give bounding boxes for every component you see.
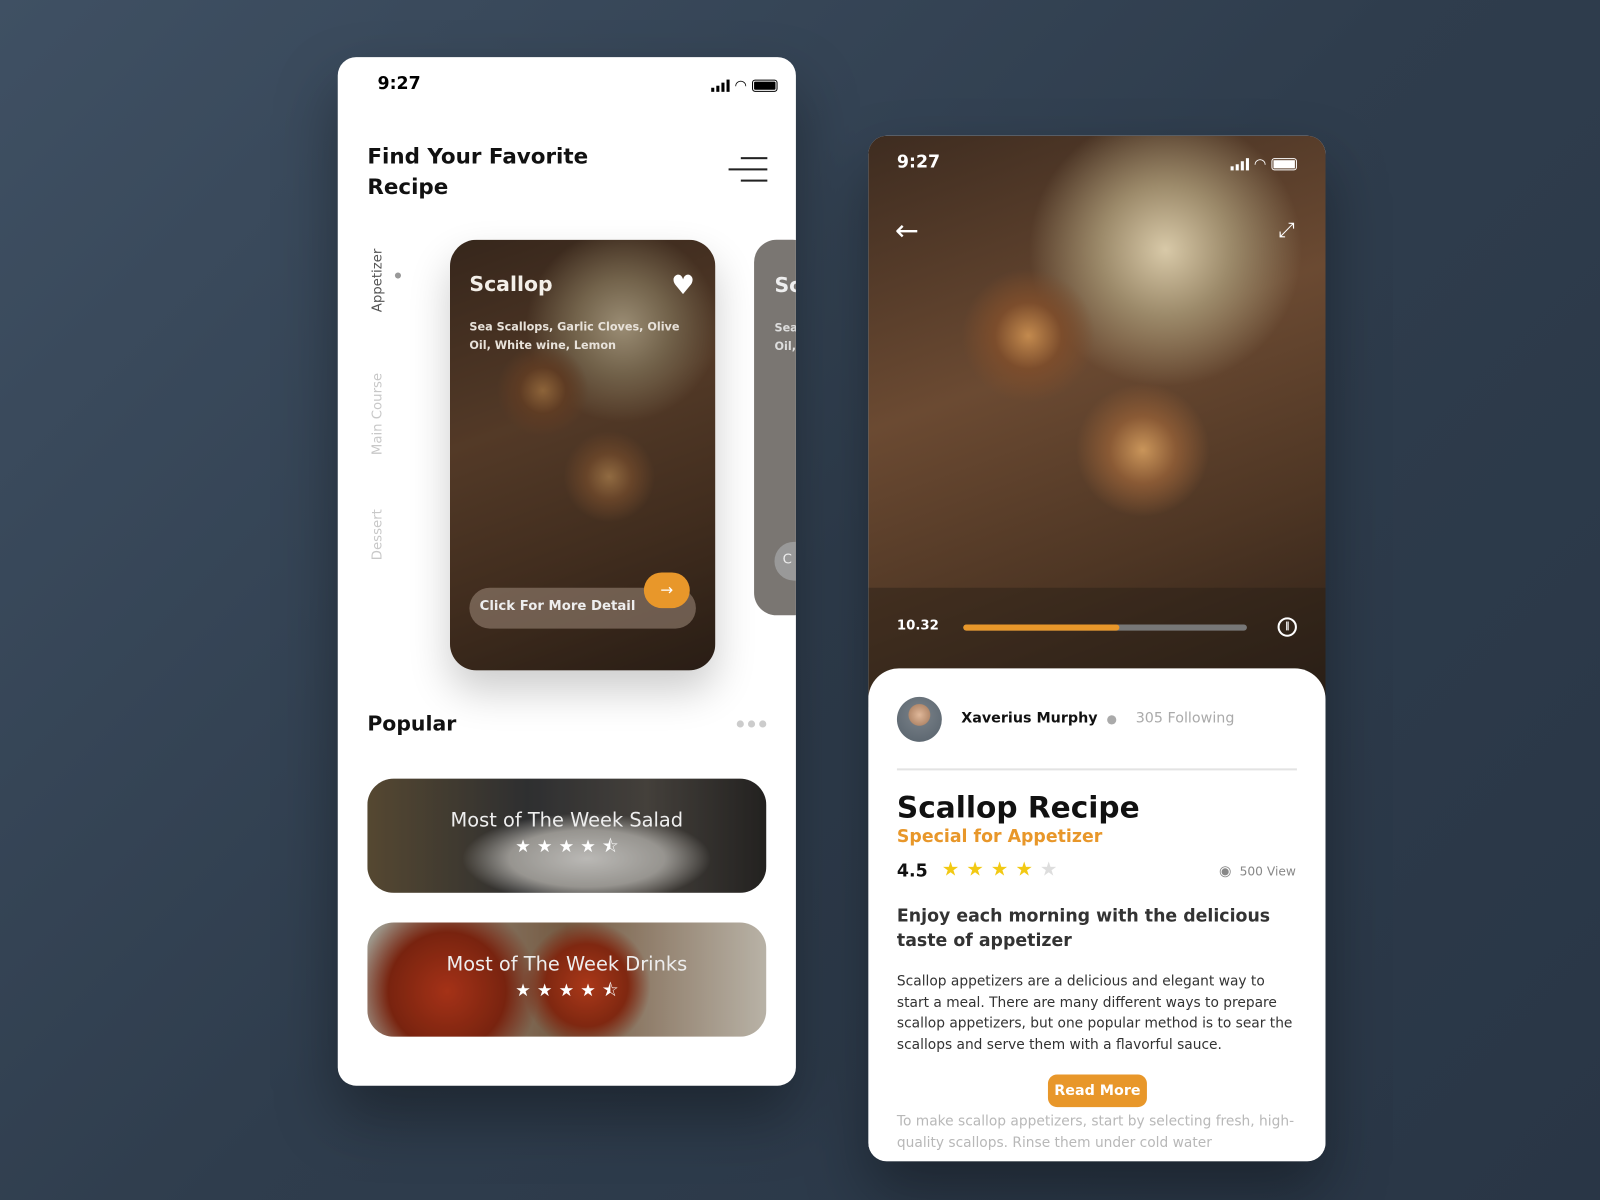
star-icon: ★ — [558, 836, 575, 858]
rating-value: 4.5 — [896, 861, 928, 882]
star-icon: ★ — [536, 980, 553, 1002]
next-card-ingredients: Sea Oil, — [774, 319, 795, 356]
video-time: 10.32 — [896, 618, 939, 634]
back-arrow-icon[interactable]: ← — [895, 213, 919, 247]
star-icon: ★ — [1039, 858, 1065, 881]
popular-item-salad[interactable]: Most of The Week Salad ★ ★ ★ ★ ⯪ — [367, 778, 767, 893]
wifi-icon: ◠ — [734, 77, 747, 94]
status-icons: ◠ — [1230, 156, 1297, 172]
view-count: ◉ 500 View — [1219, 863, 1296, 879]
heart-icon[interactable]: ♥ — [671, 270, 695, 301]
separator-dot — [1107, 715, 1117, 725]
star-half-icon: ⯪ — [601, 836, 619, 858]
recipe-card[interactable]: Scallop ♥ Sea Scallops, Garlic Cloves, O… — [449, 239, 716, 671]
read-more-button[interactable]: Read More — [1047, 1074, 1147, 1108]
wifi-icon: ◠ — [1253, 156, 1267, 173]
rating-stars: ★★★★★ — [942, 858, 1065, 880]
battery-icon — [752, 79, 778, 92]
author-name[interactable]: Xaverius Murphy — [961, 710, 1097, 726]
ingredients-line: Sea — [774, 321, 796, 335]
signal-icon — [1230, 158, 1249, 171]
card-title: Scallop — [469, 271, 553, 296]
star-icon: ★ — [580, 836, 596, 858]
arrow-right-icon[interactable]: → — [643, 572, 690, 609]
star-icon: ★ — [941, 858, 967, 881]
status-time: 9:27 — [896, 152, 941, 173]
title-line: Recipe — [367, 174, 449, 199]
next-recipe-card[interactable]: Sc Sea Oil, C — [754, 239, 796, 616]
rating-stars: ★ ★ ★ ★ ⯪ — [367, 978, 766, 1008]
recipe-headline: Enjoy each morning with the delicious ta… — [896, 906, 1271, 952]
popular-item-drinks[interactable]: Most of The Week Drinks ★ ★ ★ ★ ⯪ — [367, 922, 767, 1037]
star-icon: ★ — [580, 980, 596, 1002]
category-tab-main-course[interactable]: Main Course — [370, 373, 385, 455]
star-icon: ★ — [536, 836, 553, 858]
menu-icon[interactable] — [728, 157, 768, 182]
more-detail-label: Click For More Detail — [479, 598, 636, 615]
status-icons: ◠ — [710, 77, 778, 94]
next-card-cta[interactable]: C — [774, 541, 796, 581]
signal-icon — [710, 79, 730, 92]
recipe-detail-screen: 9:27 ◠ ← ⤢ 10.32 ‖ Xaverius Murphy 305 F… — [868, 135, 1326, 1162]
view-count-label: 500 View — [1239, 864, 1296, 879]
video-progress-fill — [963, 624, 1120, 631]
popular-item-title: Most of The Week Drinks — [446, 953, 688, 976]
star-half-icon: ⯪ — [601, 980, 619, 1002]
popular-item-title: Most of The Week Salad — [450, 809, 684, 832]
card-ingredients: Sea Scallops, Garlic Cloves, Olive Oil, … — [469, 320, 680, 353]
star-icon: ★ — [558, 980, 575, 1002]
category-tab-dessert[interactable]: Dessert — [370, 509, 385, 560]
status-time: 9:27 — [377, 73, 421, 94]
fullscreen-icon[interactable]: ⤢ — [1279, 217, 1295, 241]
next-card-title: Sc — [774, 272, 795, 297]
battery-icon — [1271, 158, 1297, 171]
recipe-info-panel: Xaverius Murphy 305 Following Scallop Re… — [868, 668, 1326, 1162]
recipe-description-faded: To make scallop appetizers, start by sel… — [896, 1113, 1295, 1151]
eye-icon: ◉ — [1218, 863, 1232, 880]
popular-heading: Popular — [367, 711, 457, 736]
recipe-title: Scallop Recipe — [896, 789, 1140, 825]
following-count: 305 Following — [1135, 710, 1235, 727]
star-icon: ★ — [990, 858, 1016, 881]
category-tab-appetizer[interactable]: Appetizer — [370, 249, 385, 313]
recipe-description: Scallop appetizers are a delicious and e… — [896, 973, 1293, 1053]
avatar[interactable] — [896, 696, 942, 742]
star-icon: ★ — [515, 836, 531, 858]
ingredients-line: Oil, — [774, 339, 796, 354]
page-title: Find Your Favorite Recipe — [367, 141, 588, 202]
star-icon: ★ — [966, 858, 991, 881]
rating-stars: ★ ★ ★ ★ ⯪ — [367, 834, 766, 864]
star-icon: ★ — [1015, 858, 1040, 881]
divider — [896, 768, 1297, 771]
title-line: Find Your Favorite — [367, 143, 589, 169]
star-icon: ★ — [515, 980, 531, 1002]
active-indicator — [394, 272, 402, 279]
pause-icon[interactable]: ‖ — [1277, 617, 1297, 637]
video-progress-bar[interactable] — [963, 624, 1247, 631]
recipe-subtitle: Special for Appetizer — [896, 826, 1103, 847]
more-options-icon[interactable] — [736, 720, 767, 728]
home-screen: 9:27 ◠ Find Your Favorite Recipe Appetiz… — [337, 57, 796, 1086]
